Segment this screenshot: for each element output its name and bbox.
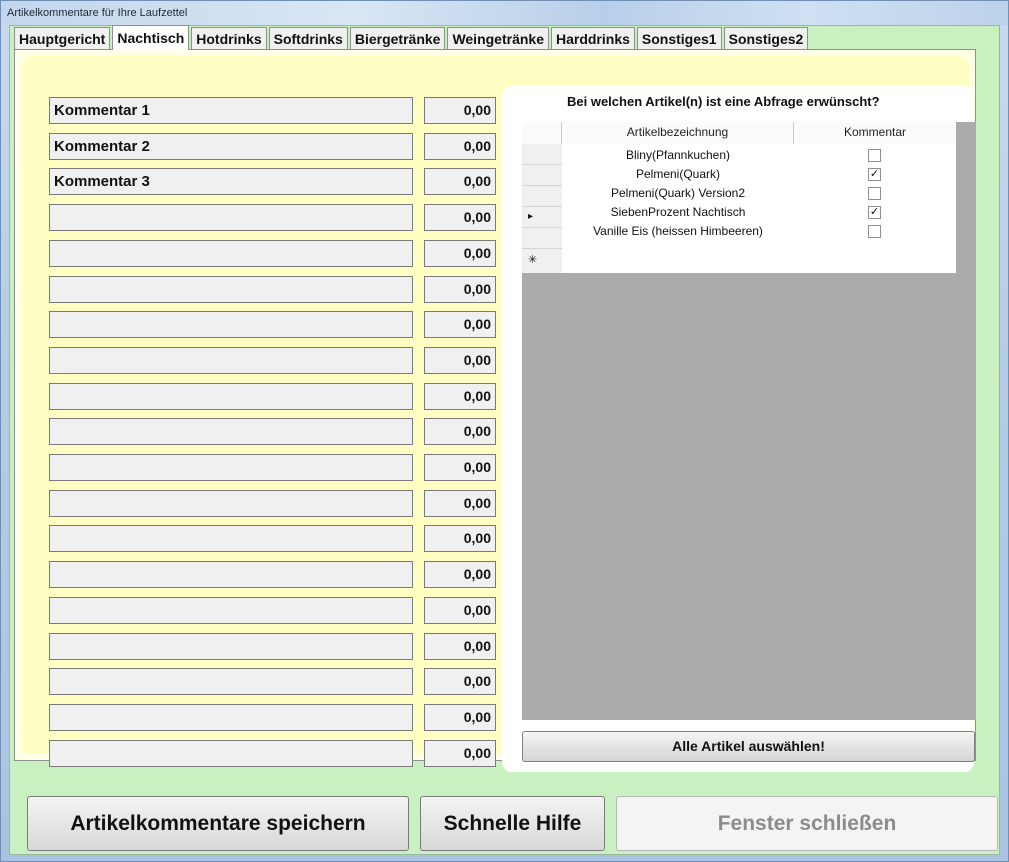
tab-biergetränke[interactable]: Biergetränke bbox=[349, 27, 446, 50]
comment-price-field[interactable]: 0,00 bbox=[424, 418, 496, 446]
comment-price-field[interactable]: 0,00 bbox=[424, 239, 496, 267]
check-icon: ✓ bbox=[869, 168, 880, 180]
article-name-cell: SiebenProzent Nachtisch bbox=[610, 205, 746, 219]
tab-harddrinks[interactable]: Harddrinks bbox=[550, 27, 635, 50]
row-header[interactable] bbox=[522, 186, 562, 207]
comment-checkbox[interactable]: ✓ bbox=[868, 206, 881, 219]
row-header[interactable]: ▸ bbox=[522, 207, 562, 228]
comment-price-field[interactable]: 0,00 bbox=[424, 596, 496, 624]
select-all-button[interactable]: Alle Artikel auswählen! bbox=[522, 731, 975, 762]
comment-price-field[interactable]: 0,00 bbox=[424, 632, 496, 660]
tab-sonstiges2[interactable]: Sonstiges2 bbox=[723, 27, 809, 50]
comment-checkbox[interactable]: ✓ bbox=[868, 168, 881, 181]
header-kommentar[interactable]: Kommentar bbox=[794, 122, 956, 144]
comment-name-field[interactable] bbox=[49, 204, 413, 232]
comment-name-field[interactable] bbox=[49, 596, 413, 624]
comment-checkbox[interactable] bbox=[868, 225, 881, 238]
comment-name-field[interactable] bbox=[49, 275, 413, 303]
save-comments-button[interactable]: Artikelkommentare speichern bbox=[27, 796, 409, 851]
comment-price-field[interactable]: 0,00 bbox=[424, 525, 496, 553]
comment-name-field[interactable] bbox=[49, 525, 413, 553]
tab-hauptgericht[interactable]: Hauptgericht bbox=[14, 27, 111, 50]
comment-name-field[interactable] bbox=[49, 311, 413, 339]
comment-price-field[interactable]: 0,00 bbox=[424, 454, 496, 481]
article-name-cell: Pelmeni(Quark) Version2 bbox=[610, 186, 746, 200]
grid-body: Bliny(Pfannkuchen) Pelmeni(Quark) ✓ Pelmeni… bbox=[562, 144, 956, 273]
row-header[interactable] bbox=[522, 165, 562, 186]
comment-name-field[interactable] bbox=[49, 418, 413, 446]
article-name-cell: Pelmeni(Quark) bbox=[635, 167, 721, 181]
new-row-header[interactable]: ✳ bbox=[522, 249, 562, 270]
current-row-indicator-icon: ▸ bbox=[528, 211, 534, 222]
quick-help-button[interactable]: Schnelle Hilfe bbox=[420, 796, 605, 851]
tab-weingetränke[interactable]: Weingetränke bbox=[447, 27, 549, 50]
article-grid: Artikelbezeichnung Kommentar ▸ ✳ Bliny(Pf… bbox=[522, 122, 976, 720]
table-row[interactable]: Vanille Eis (heissen Himbeeren) bbox=[562, 222, 956, 241]
comment-price-field[interactable]: 0,00 bbox=[424, 346, 496, 374]
corner-header bbox=[522, 122, 562, 144]
tab-nachtisch[interactable]: Nachtisch bbox=[112, 25, 190, 50]
header-artikelbezeichnung[interactable]: Artikelbezeichnung bbox=[562, 122, 794, 144]
tab-softdrinks[interactable]: Softdrinks bbox=[268, 27, 348, 50]
comment-price-field[interactable]: 0,00 bbox=[424, 168, 496, 196]
new-row-icon: ✳ bbox=[528, 254, 538, 266]
comment-price-field[interactable]: 0,00 bbox=[424, 489, 496, 517]
title-bar[interactable]: Artikelkommentare für Ihre Laufzettel bbox=[1, 1, 1008, 25]
row-header[interactable] bbox=[522, 144, 562, 165]
article-name-cell: Bliny(Pfannkuchen) bbox=[625, 148, 731, 162]
comment-checkbox[interactable] bbox=[868, 187, 881, 200]
table-row[interactable]: Pelmeni(Quark) Version2 bbox=[562, 184, 956, 203]
comment-price-field[interactable]: 0,00 bbox=[424, 739, 496, 767]
comment-name-field[interactable] bbox=[49, 703, 413, 731]
comment-name-field[interactable]: Kommentar 1 bbox=[49, 97, 413, 124]
row-header[interactable] bbox=[522, 228, 562, 249]
window-title: Artikelkommentare für Ihre Laufzettel bbox=[7, 7, 188, 19]
comment-name-field[interactable] bbox=[49, 668, 413, 696]
table-row[interactable]: Bliny(Pfannkuchen) bbox=[562, 146, 956, 165]
comment-price-field[interactable]: 0,00 bbox=[424, 561, 496, 589]
comment-name-field[interactable] bbox=[49, 382, 413, 410]
comment-checkbox[interactable] bbox=[868, 149, 881, 162]
tab-hotdrinks[interactable]: Hotdrinks bbox=[191, 27, 267, 50]
comment-name-field[interactable]: Kommentar 3 bbox=[49, 168, 413, 196]
comment-name-field[interactable] bbox=[49, 489, 413, 517]
comment-name-field[interactable] bbox=[49, 346, 413, 374]
comment-name-field[interactable]: Kommentar 2 bbox=[49, 132, 413, 160]
tab-sonstiges1[interactable]: Sonstiges1 bbox=[636, 27, 722, 50]
table-row[interactable]: SiebenProzent Nachtisch ✓ bbox=[562, 203, 956, 222]
comment-price-field[interactable]: 0,00 bbox=[424, 668, 496, 696]
table-row[interactable]: Pelmeni(Quark) ✓ bbox=[562, 165, 956, 184]
comment-price-field[interactable]: 0,00 bbox=[424, 275, 496, 303]
article-question: Bei welchen Artikel(n) ist eine Abfrage … bbox=[567, 94, 880, 109]
comment-price-field[interactable]: 0,00 bbox=[424, 204, 496, 232]
check-icon: ✓ bbox=[869, 206, 880, 218]
comment-name-field[interactable] bbox=[49, 739, 413, 767]
comment-price-field[interactable]: 0,00 bbox=[424, 97, 496, 124]
article-name-cell: Vanille Eis (heissen Himbeeren) bbox=[593, 224, 763, 238]
comment-price-field[interactable]: 0,00 bbox=[424, 382, 496, 410]
comment-name-field[interactable] bbox=[49, 454, 413, 481]
tab-strip: Hauptgericht Nachtisch Hotdrinks Softdrinks… bbox=[14, 25, 810, 50]
comment-name-field[interactable] bbox=[49, 561, 413, 589]
comment-price-field[interactable]: 0,00 bbox=[424, 132, 496, 160]
grid-header: Artikelbezeichnung Kommentar bbox=[522, 122, 956, 144]
comment-name-field[interactable] bbox=[49, 239, 413, 267]
close-window-button[interactable]: Fenster schließen bbox=[616, 796, 998, 851]
comment-price-field[interactable]: 0,00 bbox=[424, 703, 496, 731]
comment-name-field[interactable] bbox=[49, 632, 413, 660]
comment-price-field[interactable]: 0,00 bbox=[424, 311, 496, 339]
